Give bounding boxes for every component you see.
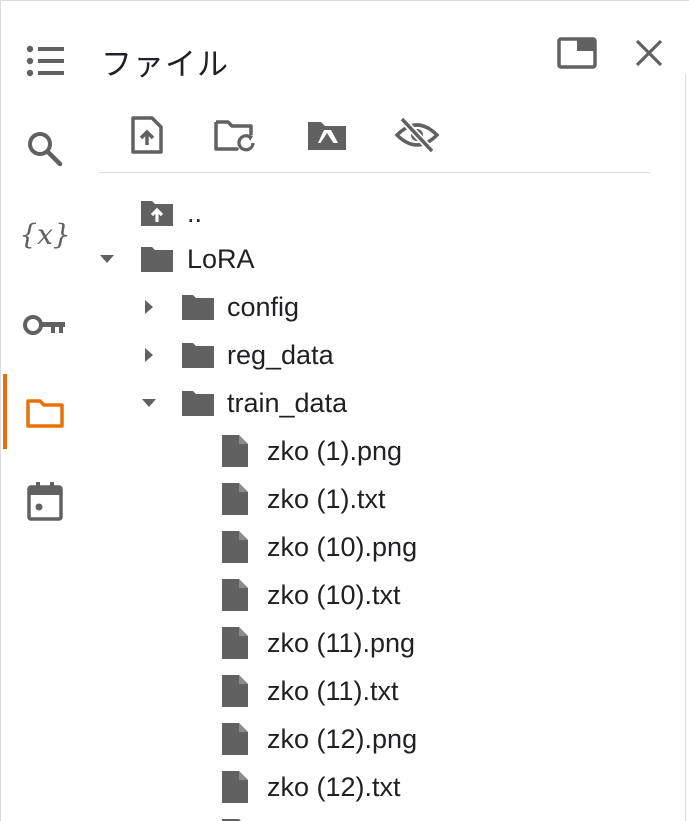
tree-item-file[interactable]: zko (11).png	[221, 621, 651, 665]
tree-item-label: zko (10).png	[267, 532, 418, 562]
caret-right-icon[interactable]	[137, 333, 161, 377]
folder-icon	[181, 285, 215, 329]
tree-item-file-partial[interactable]	[221, 813, 651, 821]
tree-item-label: zko (10).txt	[267, 580, 401, 610]
tree-item-label: LoRA	[187, 244, 255, 274]
tree-item-folder-reg-data[interactable]: reg_data	[137, 333, 657, 377]
file-icon	[221, 717, 249, 761]
file-icon	[221, 573, 249, 617]
tree-item-label: zko (12).png	[267, 724, 418, 754]
folder-icon	[181, 381, 215, 425]
tree-item-file[interactable]: zko (10).txt	[221, 573, 651, 617]
file-icon	[221, 621, 249, 665]
tree-item-label: zko (12).txt	[267, 772, 401, 802]
tree-item-folder-lora[interactable]: LoRA	[95, 237, 655, 281]
tree-item-file[interactable]: zko (1).png	[221, 429, 651, 473]
tree-item-label: reg_data	[227, 340, 334, 370]
file-tree: .. LoRA config reg_data train_data zko (…	[1, 1, 689, 821]
tree-item-file[interactable]: zko (12).png	[221, 717, 651, 761]
file-icon	[221, 813, 249, 821]
tree-item-file[interactable]: zko (11).txt	[221, 669, 651, 713]
tree-item-label: config	[227, 292, 300, 322]
tree-item-file[interactable]: zko (1).txt	[221, 477, 651, 521]
file-icon	[221, 525, 249, 569]
parent-folder-icon	[140, 191, 174, 235]
tree-item-file[interactable]: zko (10).png	[221, 525, 651, 569]
tree-item-file[interactable]: zko (12).txt	[221, 765, 651, 809]
tree-item-label: zko (1).png	[267, 436, 403, 466]
tree-item-label: zko (1).txt	[267, 484, 386, 514]
folder-icon	[181, 333, 215, 377]
tree-item-label: ..	[187, 198, 203, 228]
file-icon	[221, 477, 249, 521]
tree-item-label: zko (11).png	[267, 628, 416, 658]
tree-item-label: train_data	[227, 388, 348, 418]
file-browser-window: {x} ファイル .. LoRA config reg_data train_d…	[0, 0, 689, 821]
caret-down-icon[interactable]	[137, 381, 161, 425]
file-icon	[221, 669, 249, 713]
tree-item-parent[interactable]: ..	[95, 191, 655, 235]
caret-right-icon[interactable]	[137, 285, 161, 329]
file-icon	[221, 429, 249, 473]
file-icon	[221, 765, 249, 809]
caret-down-icon[interactable]	[95, 237, 119, 281]
folder-icon	[140, 237, 174, 281]
tree-item-folder-train-data[interactable]: train_data	[137, 381, 657, 425]
tree-item-folder-config[interactable]: config	[137, 285, 657, 329]
tree-item-label: zko (11).txt	[267, 676, 399, 706]
